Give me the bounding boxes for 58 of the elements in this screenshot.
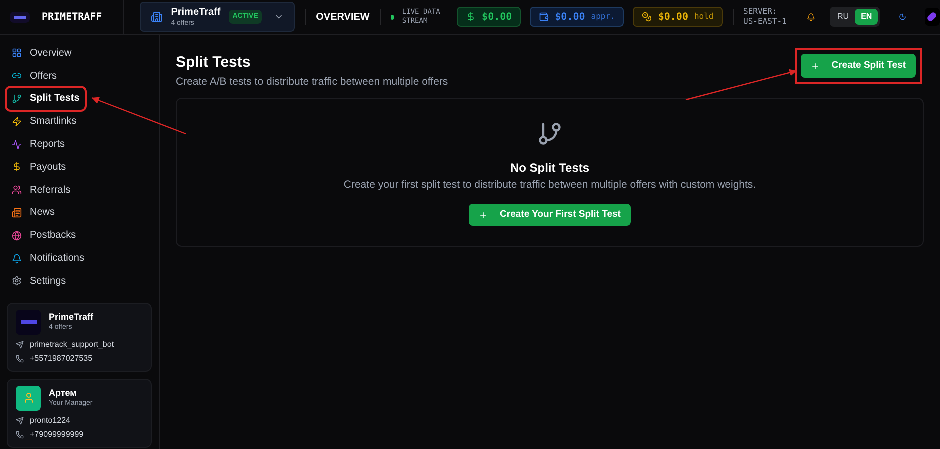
sidebar-item[interactable]: Reports bbox=[7, 133, 70, 156]
theme-toggle-icon[interactable] bbox=[899, 12, 907, 22]
balance-note: appr. bbox=[591, 11, 616, 23]
contact-name: PrimeTraff bbox=[49, 312, 94, 324]
empty-title: No Split Tests bbox=[510, 160, 590, 178]
balance-icon bbox=[539, 12, 550, 22]
sidebar-item[interactable]: Postbacks bbox=[7, 224, 82, 248]
logo-icon bbox=[10, 12, 30, 22]
telegram-icon bbox=[16, 416, 24, 425]
phone-number[interactable]: +79099999999 bbox=[30, 428, 84, 441]
empty-description: Create your first split test to distribute traffic between multiple offers with custom weights. bbox=[344, 178, 756, 194]
manager-avatar-icon bbox=[16, 386, 41, 411]
page-subtitle: Create A/B tests to distribute traffic between multiple offers bbox=[176, 74, 448, 90]
telegram-icon bbox=[16, 340, 24, 349]
phone-number[interactable]: +5571987027535 bbox=[30, 352, 93, 365]
page-title: OVERVIEW bbox=[316, 10, 370, 24]
page-heading: Split Tests bbox=[176, 53, 252, 73]
balance-icon bbox=[642, 12, 652, 22]
nav-icon bbox=[12, 276, 22, 286]
server-label: SERVER: US-EAST-1 bbox=[744, 7, 788, 27]
brand-logo-icon bbox=[16, 310, 41, 335]
nav-icon bbox=[12, 230, 22, 241]
contact-name: Артем bbox=[49, 388, 78, 400]
balance-amount: $0.00 bbox=[482, 10, 512, 24]
sidebar-item[interactable]: Overview bbox=[7, 42, 77, 65]
branch-icon bbox=[537, 121, 563, 148]
notification-bell-icon[interactable] bbox=[807, 12, 816, 22]
balance-note: hold bbox=[694, 11, 714, 23]
building-icon bbox=[151, 11, 164, 23]
sidebar-item[interactable]: News bbox=[7, 202, 60, 224]
nav-icon bbox=[12, 71, 22, 82]
balance-amount: $0.00 bbox=[658, 10, 688, 24]
nav-icon bbox=[12, 162, 22, 172]
telegram-handle[interactable]: pronto1224 bbox=[30, 414, 70, 427]
sidebar-item[interactable]: Offers bbox=[7, 64, 62, 88]
sidebar-item[interactable]: Payouts bbox=[7, 156, 72, 179]
sidebar-item[interactable]: Split Tests bbox=[7, 88, 85, 110]
sidebar-item[interactable]: Referrals bbox=[7, 178, 76, 202]
telegram-handle[interactable]: primetrack_support_bot bbox=[30, 338, 114, 351]
plus-icon bbox=[479, 210, 488, 220]
balance-amount: $0.00 bbox=[555, 10, 586, 24]
nav-icon bbox=[12, 116, 22, 127]
nav-icon bbox=[12, 140, 22, 150]
brand-name: PRIMETRAFF bbox=[42, 10, 102, 24]
nav-icon bbox=[12, 185, 22, 196]
sidebar-item[interactable]: Settings bbox=[7, 270, 72, 293]
nav-icon bbox=[12, 48, 22, 58]
nav-icon bbox=[12, 254, 22, 264]
sidebar-item[interactable]: Notifications bbox=[7, 247, 90, 270]
phone-icon bbox=[16, 430, 24, 439]
nav-icon bbox=[12, 94, 22, 104]
plus-icon bbox=[810, 62, 820, 70]
sidebar-item[interactable]: Smartlinks bbox=[7, 110, 82, 134]
nav-icon bbox=[12, 208, 22, 218]
language-toggle[interactable]: RU bbox=[832, 9, 856, 25]
balance-icon bbox=[466, 12, 476, 22]
phone-icon bbox=[16, 354, 24, 363]
account-name: PrimeTraff bbox=[171, 8, 221, 18]
